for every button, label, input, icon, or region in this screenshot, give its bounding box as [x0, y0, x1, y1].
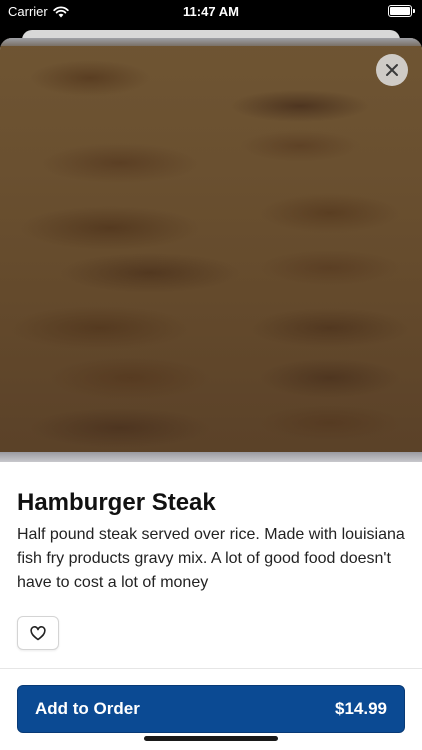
food-photo [0, 38, 422, 462]
home-indicator[interactable] [144, 736, 278, 741]
add-to-order-button[interactable]: Add to Order $14.99 [17, 685, 405, 733]
item-price: $14.99 [335, 699, 387, 718]
item-title: Hamburger Steak [17, 489, 216, 516]
favorite-button[interactable] [17, 616, 59, 650]
heart-icon [30, 625, 46, 640]
add-to-order-label: Add to Order [35, 699, 140, 718]
close-icon [386, 64, 398, 76]
item-description: Half pound steak served over rice. Made … [17, 526, 405, 591]
item-detail-sheet: Hamburger Steak Half pound steak served … [0, 38, 422, 750]
battery-icon [388, 5, 415, 17]
divider [0, 668, 422, 669]
status-time: 11:47 AM [183, 4, 239, 19]
status-bar: Carrier 11:47 AM [0, 0, 422, 28]
close-button[interactable] [376, 54, 408, 86]
